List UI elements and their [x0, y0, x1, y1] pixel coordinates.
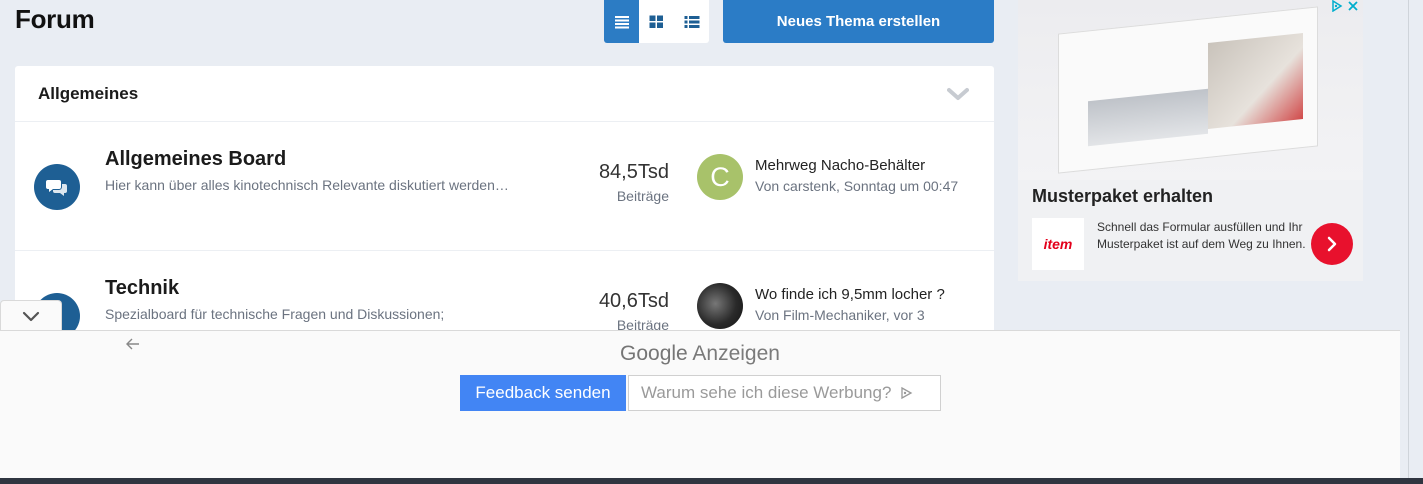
ad-body-text[interactable]: Schnell das Formular ausfüllen und Ihr M…: [1097, 219, 1307, 253]
google-ad-overlay: Google Anzeigen Feedback senden Warum se…: [0, 330, 1400, 478]
last-post-title[interactable]: Wo finde ich 9,5mm locher ?: [755, 286, 945, 303]
chevron-down-icon: [22, 311, 40, 321]
ad-feedback-actions: Feedback senden Warum sehe ich diese Wer…: [460, 375, 941, 411]
board-title[interactable]: Technik: [105, 277, 179, 300]
new-topic-button[interactable]: Neues Thema erstellen: [723, 0, 994, 43]
adchoices-icon: [901, 386, 913, 400]
adchoices-icon[interactable]: [1331, 0, 1343, 12]
category-title: Allgemeines: [38, 83, 139, 103]
post-count-label: Beiträge: [616, 188, 669, 204]
category-header[interactable]: Allgemeines: [15, 66, 994, 122]
list-compact-icon: [614, 15, 629, 28]
avatar[interactable]: C: [697, 154, 743, 200]
view-list-compact-button[interactable]: [604, 0, 639, 43]
google-wordmark: Google: [620, 342, 688, 365]
collapse-ad-button[interactable]: [0, 300, 62, 332]
send-feedback-button[interactable]: Feedback senden: [460, 375, 626, 411]
ads-label: Anzeigen: [692, 342, 780, 365]
chevron-down-icon[interactable]: [947, 87, 969, 101]
chevron-right-icon: [1327, 236, 1337, 252]
board-title[interactable]: Allgemeines Board: [105, 148, 286, 171]
google-ads-brand: Google Anzeigen: [0, 342, 1400, 366]
ad-photo-shape: [1208, 33, 1303, 129]
last-post-title[interactable]: Mehrweg Nacho-Behälter: [755, 157, 925, 174]
list-detailed-icon: [684, 15, 699, 28]
ad-choices[interactable]: [1331, 0, 1359, 12]
chat-bubbles-icon: [34, 164, 80, 210]
ad-headline[interactable]: Musterpaket erhalten: [1032, 186, 1213, 207]
ad-arrow-button[interactable]: [1311, 223, 1353, 265]
post-count: 84,5Tsd: [598, 161, 669, 183]
window-bottom-edge: [0, 478, 1423, 484]
board-description: Spezialboard für technische Fragen und D…: [105, 306, 445, 322]
view-mode-toggle: [604, 0, 709, 43]
ad-product-image[interactable]: [1018, 0, 1363, 180]
last-post-meta: Von carstenk, Sonntag um 00:47: [755, 178, 959, 194]
why-this-ad-button[interactable]: Warum sehe ich diese Werbung?: [628, 375, 941, 411]
view-list-detailed-button[interactable]: [674, 0, 709, 43]
ad-logo[interactable]: item: [1032, 218, 1084, 270]
scrollbar[interactable]: [1408, 0, 1423, 484]
board-row[interactable]: Allgemeines Board Hier kann über alles k…: [15, 123, 994, 251]
post-count: 40,6Tsd: [598, 290, 669, 312]
page-title: Forum: [15, 4, 95, 34]
avatar[interactable]: [697, 283, 743, 329]
why-this-ad-label: Warum sehe ich diese Werbung?: [641, 383, 892, 402]
view-grid-button[interactable]: [639, 0, 674, 43]
grid-icon: [649, 15, 663, 28]
board-description: Hier kann über alles kinotechnisch Relev…: [105, 177, 509, 193]
close-icon[interactable]: [1347, 0, 1359, 12]
forum-category: Allgemeines Allgemeines Board Hier kann …: [15, 66, 994, 366]
advertisement[interactable]: Musterpaket erhalten item Schnell das Fo…: [1018, 0, 1363, 281]
last-post-meta: Von Film-Mechaniker, vor 3: [755, 307, 925, 323]
